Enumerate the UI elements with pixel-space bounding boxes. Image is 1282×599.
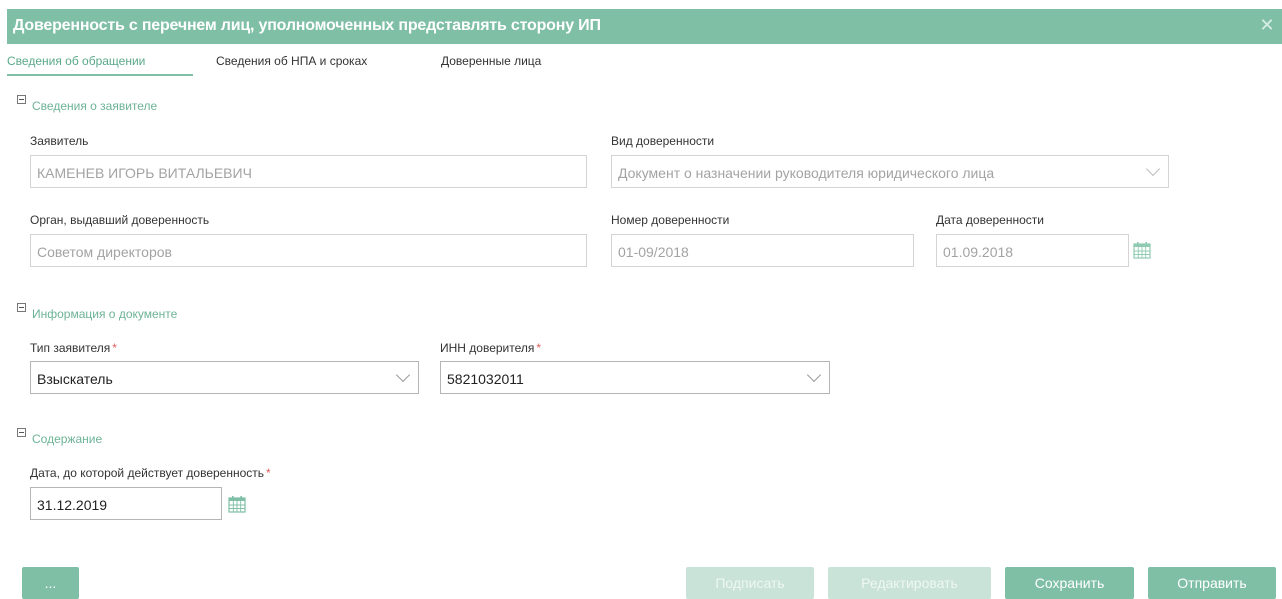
section-document-title: Информация о документе [32,307,178,321]
poa-type-label: Вид доверенности [611,134,715,148]
dialog-title: Доверенность с перечнем лиц, уполномочен… [13,17,601,34]
inn-label: ИНН доверителя * [440,341,542,355]
sign-button[interactable]: Подписать [686,567,814,599]
dialog-titlebar: Доверенность с перечнем лиц, уполномочен… [7,9,1282,44]
issuer-value: Советом директоров [37,244,172,260]
collapse-icon[interactable] [17,428,26,437]
issuer-label: Орган, выдавший доверенность [30,213,210,227]
valid-until-field[interactable]: 31.12.2019 [30,487,222,520]
poa-date-label: Дата доверенности [936,213,1044,227]
applicant-type-label: Тип заявителя * [30,341,117,355]
chevron-down-icon [1145,161,1161,177]
applicant-type-select[interactable]: Взыскатель [30,361,419,394]
poa-date-field[interactable]: 01.09.2018 [936,234,1129,267]
collapse-icon[interactable] [17,95,26,104]
poa-type-select[interactable]: Документ о назначении руководителя юриди… [611,155,1169,188]
valid-until-label: Дата, до которой действует доверенность * [30,466,271,480]
valid-until-value: 31.12.2019 [37,497,108,513]
section-content-title: Содержание [32,432,103,446]
poa-type-value: Документ о назначении руководителя юриди… [618,165,995,181]
active-tab-indicator [7,74,193,76]
poa-number-field[interactable]: 01-09/2018 [611,234,914,267]
calendar-icon[interactable] [1133,241,1151,259]
calendar-icon[interactable] [228,495,246,513]
section-applicant-title: Сведения о заявителе [32,99,158,113]
applicant-label: Заявитель [30,134,89,148]
tab-npa-terms[interactable]: Сведения об НПА и сроках [216,54,367,68]
more-button[interactable]: ... [22,567,79,599]
edit-button[interactable]: Редактировать [828,567,991,599]
close-icon[interactable]: ✕ [1258,15,1276,35]
tab-bar: Сведения об обращении Сведения об НПА и … [0,46,1282,76]
inn-value: 5821032011 [447,371,524,387]
collapse-icon[interactable] [17,303,26,312]
send-button[interactable]: Отправить [1148,567,1276,599]
inn-select[interactable]: 5821032011 [440,361,830,394]
poa-date-value: 01.09.2018 [943,244,1014,260]
poa-number-label: Номер доверенности [611,213,730,227]
tab-trusted-persons[interactable]: Доверенные лица [441,54,541,68]
poa-number-value: 01-09/2018 [618,244,689,260]
applicant-value: КАМЕНЕВ ИГОРЬ ВИТАЛЬЕВИЧ [37,165,252,181]
issuer-field[interactable]: Советом директоров [30,234,587,267]
applicant-type-value: Взыскатель [37,371,113,387]
chevron-down-icon [806,367,822,383]
save-button[interactable]: Сохранить [1005,567,1134,599]
tab-request-info[interactable]: Сведения об обращении [7,54,145,68]
chevron-down-icon [395,367,411,383]
applicant-field[interactable]: КАМЕНЕВ ИГОРЬ ВИТАЛЬЕВИЧ [30,155,587,188]
